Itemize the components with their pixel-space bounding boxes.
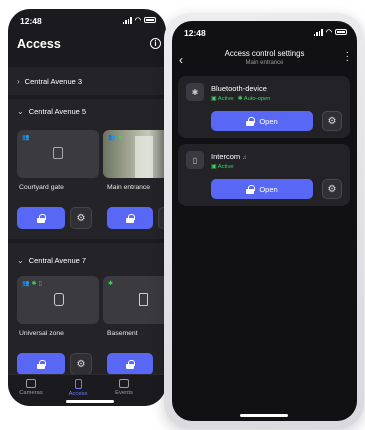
bluetooth-icon: ✱ xyxy=(117,135,123,141)
info-icon[interactable]: i xyxy=(150,38,161,49)
open-button-bluetooth[interactable]: Open xyxy=(211,111,313,131)
tile-label: Courtyard gate xyxy=(19,184,64,191)
battery-icon xyxy=(335,29,347,35)
people-icon: 👥 xyxy=(108,135,116,141)
settings-button-bluetooth[interactable]: ⚙ xyxy=(322,111,342,131)
section-header[interactable]: ⌄ Central Avenue 7 xyxy=(17,256,86,265)
settings-button-intercom[interactable]: ⚙ xyxy=(322,179,342,199)
chevron-down-icon: ⌄ xyxy=(17,256,24,265)
home-indicator xyxy=(66,400,114,403)
status-bar: 12:48 ◠ xyxy=(184,28,347,40)
page-title: Access control settings xyxy=(224,49,305,58)
tab-bar: Cameras Access Events xyxy=(8,374,166,406)
calendar-icon xyxy=(119,379,129,388)
door-handle-icon xyxy=(53,147,63,159)
back-button[interactable]: ‹ xyxy=(179,53,183,67)
section-central-avenue-3[interactable]: › Central Avenue 3 xyxy=(8,67,166,95)
lock-icon xyxy=(126,213,135,223)
status-time: 12:48 xyxy=(20,16,42,26)
open-button-basement[interactable] xyxy=(107,353,153,375)
page-title: Access xyxy=(17,37,61,51)
open-button-courtyard-gate[interactable] xyxy=(17,207,65,229)
tile-label: Basement xyxy=(107,330,138,337)
device-card-intercom: ▯ Intercom ♫ ▣ Active Open ⚙ xyxy=(178,144,350,206)
lock-icon xyxy=(246,184,255,194)
status-badges: 👥 ✱ xyxy=(108,134,123,141)
camera-feed-image xyxy=(135,136,153,178)
section-title: Central Avenue 5 xyxy=(28,107,87,116)
people-icon: 👥 xyxy=(22,135,30,141)
tab-label: Access xyxy=(68,391,88,397)
tile-universal-zone[interactable]: 👥 ✱ ▯ xyxy=(17,276,99,324)
home-indicator xyxy=(240,414,288,417)
open-button-intercom[interactable]: Open xyxy=(211,179,313,199)
bluetooth-icon: ✱ xyxy=(186,83,204,101)
status-time: 12:48 xyxy=(184,28,206,38)
section-header[interactable]: ⌄ Central Avenue 5 xyxy=(17,107,86,116)
settings-button-courtyard-gate[interactable]: ⚙ xyxy=(70,207,92,229)
bell-icon: ♫ xyxy=(242,155,247,161)
access-screen: 12:48 ◠ Access i › Central Avenue 3 ⌄ Ce… xyxy=(8,9,166,406)
device-status: ▣ Active ✱ Auto-open xyxy=(211,96,271,102)
gear-icon: ⚙ xyxy=(327,115,337,127)
tab-label: Events xyxy=(115,390,133,396)
device-status: ▣ Active xyxy=(211,164,234,170)
wifi-icon: ◠ xyxy=(134,17,141,24)
camera-icon xyxy=(26,379,36,388)
gear-icon: ⚙ xyxy=(76,358,86,370)
intercom-icon: ▯ xyxy=(38,281,42,287)
wifi-icon: ◠ xyxy=(325,29,332,36)
status-active: ▣ Active xyxy=(211,96,234,102)
status-active: ▣ Active xyxy=(211,164,234,170)
bluetooth-icon: ✱ xyxy=(31,281,37,287)
open-button-main-entrance[interactable] xyxy=(107,207,153,229)
tile-label: Main entrance xyxy=(107,184,151,191)
tile-main-entrance[interactable]: 👥 ✱ xyxy=(103,130,166,178)
device-name: Intercom ♫ xyxy=(211,152,247,161)
signal-icon xyxy=(122,16,132,24)
status-badges: ✱ xyxy=(108,280,113,287)
status-auto-open: ✱ Auto-open xyxy=(237,96,271,102)
lock-icon xyxy=(37,359,46,369)
shield-icon xyxy=(54,293,64,306)
battery-icon xyxy=(144,17,156,23)
open-button-universal-zone[interactable] xyxy=(17,353,65,375)
lock-icon xyxy=(126,359,135,369)
tab-events[interactable]: Events xyxy=(104,379,144,396)
more-menu-icon[interactable]: · · · xyxy=(346,48,349,66)
settings-button-universal-zone[interactable]: ⚙ xyxy=(70,353,92,375)
door-exit-icon xyxy=(139,293,148,306)
tile-courtyard-gate[interactable]: 👥 xyxy=(17,130,99,178)
open-label: Open xyxy=(259,116,278,126)
gear-icon: ⚙ xyxy=(76,212,86,224)
gear-icon: ⚙ xyxy=(327,183,337,195)
tab-label: Cameras xyxy=(19,390,43,396)
people-icon: 👥 xyxy=(22,281,30,287)
device-card-bluetooth: ✱ Bluetooth-device ▣ Active ✱ Auto-open … xyxy=(178,76,350,138)
lock-icon xyxy=(37,213,46,223)
access-control-settings-screen: 12:48 ◠ ‹ Access control settings Main e… xyxy=(172,21,357,421)
section-title: Central Avenue 3 xyxy=(24,77,83,86)
status-badges: 👥 xyxy=(22,134,29,141)
tile-label: Universal zone xyxy=(19,330,64,337)
section-central-avenue-7: ⌄ Central Avenue 7 👥 ✱ ▯ Universal zone ✱ … xyxy=(8,243,166,383)
access-key-icon xyxy=(74,379,82,389)
chevron-right-icon: › xyxy=(17,77,20,86)
section-central-avenue-5: ⌄ Central Avenue 5 👥 Courtyard gate 👥 ✱ M… xyxy=(8,99,166,239)
status-bar: 12:48 ◠ xyxy=(20,16,156,28)
open-label: Open xyxy=(259,184,278,194)
tab-access[interactable]: Access xyxy=(58,379,98,397)
page-subtitle: Main entrance xyxy=(245,60,284,66)
signal-icon xyxy=(313,28,323,36)
status-badges: 👥 ✱ ▯ xyxy=(22,280,42,287)
tab-cameras[interactable]: Cameras xyxy=(11,379,51,396)
bluetooth-icon: ✱ xyxy=(108,281,114,287)
chevron-down-icon: ⌄ xyxy=(17,107,24,116)
intercom-icon: ▯ xyxy=(186,151,204,169)
section-title: Central Avenue 7 xyxy=(28,256,87,265)
device-name: Bluetooth-device xyxy=(211,84,267,93)
tile-basement[interactable]: ✱ xyxy=(103,276,166,324)
lock-icon xyxy=(246,116,255,126)
